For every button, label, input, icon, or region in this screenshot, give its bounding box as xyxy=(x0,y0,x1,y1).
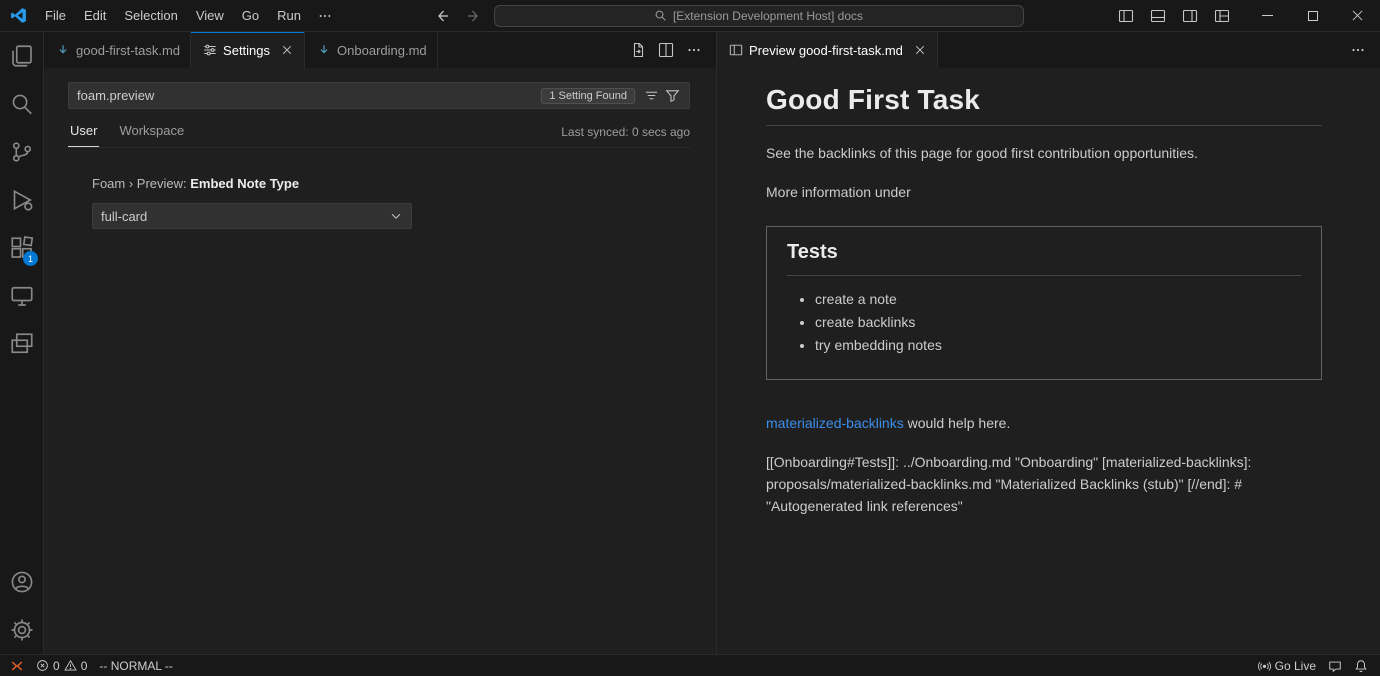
filter-icon[interactable] xyxy=(662,85,683,106)
title-bar: File Edit Selection View Go Run [Extensi… xyxy=(0,0,1380,32)
settings-scope-tabs: User Workspace Last synced: 0 secs ago xyxy=(68,123,690,148)
vscode-logo-icon xyxy=(0,7,36,24)
minimize-button[interactable] xyxy=(1245,0,1290,31)
error-count: 0 xyxy=(53,659,60,673)
chevron-down-icon xyxy=(389,209,403,223)
tab-label: Onboarding.md xyxy=(337,43,427,58)
maximize-button[interactable] xyxy=(1290,0,1335,31)
split-editor-icon[interactable] xyxy=(654,38,678,62)
tab-bar-right: Preview good-first-task.md xyxy=(717,32,1380,68)
tab-onboarding[interactable]: Onboarding.md xyxy=(305,32,438,68)
close-window-button[interactable] xyxy=(1335,0,1380,31)
editor-group-right: Preview good-first-task.md Good First Ta… xyxy=(717,32,1380,654)
note-card-list: create a note create backlinks try embed… xyxy=(787,288,1301,357)
toggle-panel-icon[interactable] xyxy=(1145,4,1171,28)
settings-search-input[interactable] xyxy=(69,83,541,108)
settings-gear-icon[interactable] xyxy=(0,606,43,654)
notifications-bell-icon[interactable] xyxy=(1348,655,1374,676)
settings-result-count-badge: 1 Setting Found xyxy=(541,88,635,104)
settings-sliders-icon xyxy=(203,43,217,57)
feedback-icon[interactable] xyxy=(1322,655,1348,676)
last-synced-label[interactable]: Last synced: 0 secs ago xyxy=(561,125,690,147)
windows-stack-icon[interactable] xyxy=(0,320,43,368)
list-item: create backlinks xyxy=(815,311,1301,334)
preview-more-info: More information under xyxy=(766,181,1322,203)
preview-link-line: materialized-backlinks would help here. xyxy=(766,412,1322,434)
toggle-secondary-sidebar-icon[interactable] xyxy=(1177,4,1203,28)
tab-preview-good-first-task[interactable]: Preview good-first-task.md xyxy=(717,32,938,68)
open-preview-icon xyxy=(729,43,743,57)
tab-good-first-task[interactable]: good-first-task.md xyxy=(44,32,191,68)
forward-arrow-icon[interactable] xyxy=(462,6,486,26)
embedded-note-card: Tests create a note create backlinks try… xyxy=(766,226,1322,380)
menu-run[interactable]: Run xyxy=(268,4,310,27)
materialized-backlinks-link[interactable]: materialized-backlinks xyxy=(766,415,904,431)
settings-editor: 1 Setting Found User Workspace Last sync… xyxy=(44,68,716,229)
close-tab-icon[interactable] xyxy=(913,43,927,57)
back-arrow-icon[interactable] xyxy=(430,6,454,26)
close-tab-icon[interactable] xyxy=(280,43,294,57)
menu-view[interactable]: View xyxy=(187,4,233,27)
menu-edit[interactable]: Edit xyxy=(75,4,115,27)
list-item: create a note xyxy=(815,288,1301,311)
vim-mode-indicator[interactable]: -- NORMAL -- xyxy=(93,655,179,676)
tab-settings[interactable]: Settings xyxy=(191,32,305,68)
more-actions-icon[interactable] xyxy=(682,38,706,62)
activity-bar: 1 xyxy=(0,32,44,654)
command-center-label: [Extension Development Host] docs xyxy=(673,9,863,23)
toggle-primary-sidebar-icon[interactable] xyxy=(1113,4,1139,28)
extensions-icon[interactable]: 1 xyxy=(0,224,43,272)
dropdown-value: full-card xyxy=(101,209,147,224)
run-debug-icon[interactable] xyxy=(0,176,43,224)
preview-references: [[Onboarding#Tests]]: ../Onboarding.md "… xyxy=(766,451,1322,517)
warning-count: 0 xyxy=(81,659,88,673)
open-settings-json-icon[interactable] xyxy=(626,38,650,62)
list-item: try embedding notes xyxy=(815,334,1301,357)
customize-layout-icon[interactable] xyxy=(1209,4,1235,28)
note-card-title: Tests xyxy=(787,241,1301,276)
tab-label: good-first-task.md xyxy=(76,43,180,58)
link-tail-text: would help here. xyxy=(904,415,1011,431)
broadcast-icon xyxy=(1258,659,1271,672)
setting-item: Foam › Preview: Embed Note Type full-car… xyxy=(92,176,690,229)
markdown-file-icon xyxy=(56,43,70,57)
menu-selection[interactable]: Selection xyxy=(115,4,186,27)
markdown-preview: Good First Task See the backlinks of thi… xyxy=(717,68,1380,534)
go-live-button[interactable]: Go Live xyxy=(1252,655,1322,676)
editor-group-left: good-first-task.md Settings Onboarding. xyxy=(44,32,717,654)
command-center-search[interactable]: [Extension Development Host] docs xyxy=(494,5,1024,27)
remote-explorer-icon[interactable] xyxy=(0,272,43,320)
setting-name: Embed Note Type xyxy=(190,176,299,191)
scope-tab-workspace[interactable]: Workspace xyxy=(117,123,186,147)
settings-search-box[interactable]: 1 Setting Found xyxy=(68,82,690,109)
menu-go[interactable]: Go xyxy=(233,4,268,27)
embed-note-type-dropdown[interactable]: full-card xyxy=(92,203,412,229)
tab-label: Preview good-first-task.md xyxy=(749,43,903,58)
scope-tab-user[interactable]: User xyxy=(68,123,99,147)
tab-label: Settings xyxy=(223,43,270,58)
explorer-icon[interactable] xyxy=(0,32,43,80)
menu-overflow-icon[interactable] xyxy=(310,5,340,27)
markdown-file-icon xyxy=(317,43,331,57)
tab-bar-left: good-first-task.md Settings Onboarding. xyxy=(44,32,716,68)
menu-bar: File Edit Selection View Go Run xyxy=(36,4,340,27)
setting-category: Foam › Preview: xyxy=(92,176,190,191)
accounts-icon[interactable] xyxy=(0,558,43,606)
preview-intro: See the backlinks of this page for good … xyxy=(766,142,1322,164)
warning-icon xyxy=(64,659,77,672)
source-control-icon[interactable] xyxy=(0,128,43,176)
go-live-label: Go Live xyxy=(1275,659,1316,673)
more-actions-icon[interactable] xyxy=(1346,38,1370,62)
extensions-badge: 1 xyxy=(23,251,38,266)
search-icon xyxy=(654,9,667,22)
preview-heading: Good First Task xyxy=(766,84,1322,126)
menu-file[interactable]: File xyxy=(36,4,75,27)
search-sidebar-icon[interactable] xyxy=(0,80,43,128)
remote-indicator[interactable] xyxy=(0,655,30,676)
problems-indicator[interactable]: 0 0 xyxy=(30,655,93,676)
status-bar: 0 0 -- NORMAL -- Go Live xyxy=(0,654,1380,676)
setting-label: Foam › Preview: Embed Note Type xyxy=(92,176,690,191)
error-icon xyxy=(36,659,49,672)
clear-search-icon[interactable] xyxy=(641,85,662,106)
